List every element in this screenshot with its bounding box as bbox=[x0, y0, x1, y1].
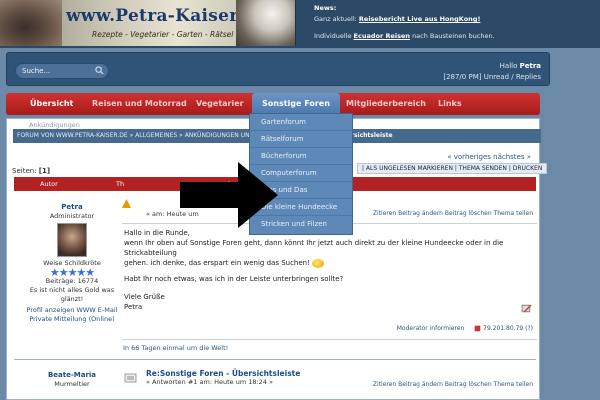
nav-mitgliederbereich[interactable]: Mitgliederbereich bbox=[346, 93, 426, 115]
post1-userinfo: Petra Administrator Weise Schildkröte ★★… bbox=[26, 203, 118, 324]
search-icon[interactable] bbox=[95, 66, 104, 75]
nav-links[interactable]: Links bbox=[438, 93, 462, 115]
post1-text3: Habt Ihr noch etwas, was ich in der Leis… bbox=[124, 275, 344, 283]
user-greeting: Hallo Petra [287/0 PM] Unread / Replies bbox=[443, 61, 541, 83]
post1-text2: gehen. ich denke, das erspart ein wenig … bbox=[124, 259, 310, 267]
prev-next-links[interactable]: « vorheriges nächstes » bbox=[447, 153, 531, 161]
header-topic: Th bbox=[116, 180, 125, 188]
pagination: Seiten: [1] bbox=[12, 167, 50, 175]
post1-sign2: Petra bbox=[124, 303, 143, 311]
pm-count[interactable]: [287/0 PM] bbox=[443, 73, 481, 81]
unread-link[interactable]: Unread bbox=[484, 73, 509, 81]
post1-text1: wenn Ihr oben auf Sonstige Foren geht, d… bbox=[124, 239, 504, 257]
nav-vegetarier[interactable]: Vegetarier bbox=[196, 93, 244, 115]
post1-pm-link[interactable]: Private Mitteilung (Online) bbox=[26, 315, 118, 324]
breadcrumb-current: rsichtsleiste bbox=[351, 132, 393, 139]
news-hongkong-link[interactable]: Reisebericht Live aus HongKong! bbox=[359, 15, 481, 23]
menu-item-gartenforum[interactable]: Gartenforum bbox=[250, 114, 352, 131]
smiley-icon bbox=[312, 258, 325, 268]
nav-reisen-und-motorrad[interactable]: Reisen und Motorrad bbox=[92, 93, 187, 115]
edit-icon[interactable] bbox=[521, 303, 532, 314]
header-author: Autor bbox=[40, 180, 58, 188]
breadcrumb-sub: Ankündigungen bbox=[29, 121, 80, 129]
news-line1-prefix: Ganz aktuell: bbox=[314, 15, 359, 23]
avatar bbox=[57, 223, 87, 257]
post2-quote-links[interactable]: Zitieren Beitrag ändern Beitrag löschen … bbox=[373, 381, 533, 388]
warning-icon bbox=[122, 199, 131, 208]
greeting-hello: Hallo bbox=[499, 62, 520, 70]
post1-sig-divider bbox=[122, 339, 537, 340]
site-tagline: Rezepte - Vegetarier - Garten - Rätsel bbox=[92, 30, 234, 39]
forum-header: Suche... Hallo Petra [287/0 PM] Unread /… bbox=[6, 52, 550, 86]
nav-sonstige-foren[interactable]: Sonstige Foren bbox=[252, 93, 340, 115]
post1-body: Hallo in die Runde, wenn Ihr oben auf So… bbox=[124, 228, 539, 312]
post1-mod-row: Moderator informieren 79.201.80.79 (?) bbox=[397, 325, 533, 332]
pages-label: Seiten: bbox=[12, 167, 39, 175]
post1-ip[interactable]: 79.201.80.79 (?) bbox=[483, 325, 533, 332]
post1-username[interactable]: Petra bbox=[26, 203, 118, 212]
rank-stars-icon: ★★★★★ bbox=[49, 266, 95, 279]
ip-icon bbox=[474, 325, 481, 332]
site-banner[interactable]: www.Petra-Kaiser.de Rezepte - Vegetarier… bbox=[0, 0, 296, 46]
thread-actions[interactable]: | ALS UNGELESEN MARKIEREN | THEMA SENDEN… bbox=[357, 163, 548, 174]
breadcrumb-path[interactable]: FORUM VON WWW.PETRA-KAISER.DE » ALLGEMEI… bbox=[17, 132, 267, 139]
pointer-arrow-icon bbox=[180, 162, 278, 228]
summit-photo bbox=[236, 0, 295, 46]
post2-username[interactable]: Beate-Maria bbox=[26, 371, 118, 380]
page-number[interactable]: [1] bbox=[39, 167, 50, 175]
news-ecuador-link[interactable]: Ecuador Reisen bbox=[354, 32, 410, 40]
greeting-user[interactable]: Petra bbox=[520, 62, 541, 70]
post2-header: Re:Sonstige Foren - Übersichtsleiste « A… bbox=[124, 369, 539, 388]
moderator-link[interactable]: Moderator informieren bbox=[397, 325, 465, 332]
news-line2-suffix: nach Bausteinen buchen. bbox=[410, 32, 495, 40]
post2-userinfo: Beate-Maria Murmeltier bbox=[26, 371, 118, 389]
news-box: News: Ganz aktuell: Reisebericht Live au… bbox=[314, 3, 495, 42]
replies-link[interactable]: Replies bbox=[516, 73, 541, 81]
main-nav: Übersicht Reisen und Motorrad Vegetarier… bbox=[6, 93, 540, 115]
post-separator bbox=[14, 359, 536, 360]
post1-footer-signature: In 66 Tagen einmal um die Welt! bbox=[123, 344, 229, 352]
menu-item-raetselforum[interactable]: Rätselforum bbox=[250, 131, 352, 148]
news-line2-prefix: Individuelle bbox=[314, 32, 354, 40]
post1-role: Administrator bbox=[49, 212, 95, 220]
post1-posts: Beiträge: 16774 bbox=[45, 277, 99, 285]
nav-uebersicht[interactable]: Übersicht bbox=[30, 93, 73, 115]
post2-title[interactable]: Re:Sonstige Foren - Übersichtsleiste bbox=[146, 369, 539, 378]
post1-signature: Es ist nicht alles Gold was glänzt! bbox=[29, 286, 115, 303]
post1-quote-links[interactable]: Zitieren Beitrag ändern Beitrag löschen … bbox=[373, 210, 533, 217]
greeting-sep: / bbox=[509, 73, 516, 81]
post2-role: Murmeltier bbox=[54, 380, 90, 388]
motorcycle-photo bbox=[0, 0, 62, 46]
post1-sign1: Viele Grüße bbox=[124, 293, 165, 301]
news-label: News: bbox=[314, 4, 337, 12]
post1-profile-links[interactable]: Profil anzeigen WWW E-Mail bbox=[26, 306, 118, 315]
